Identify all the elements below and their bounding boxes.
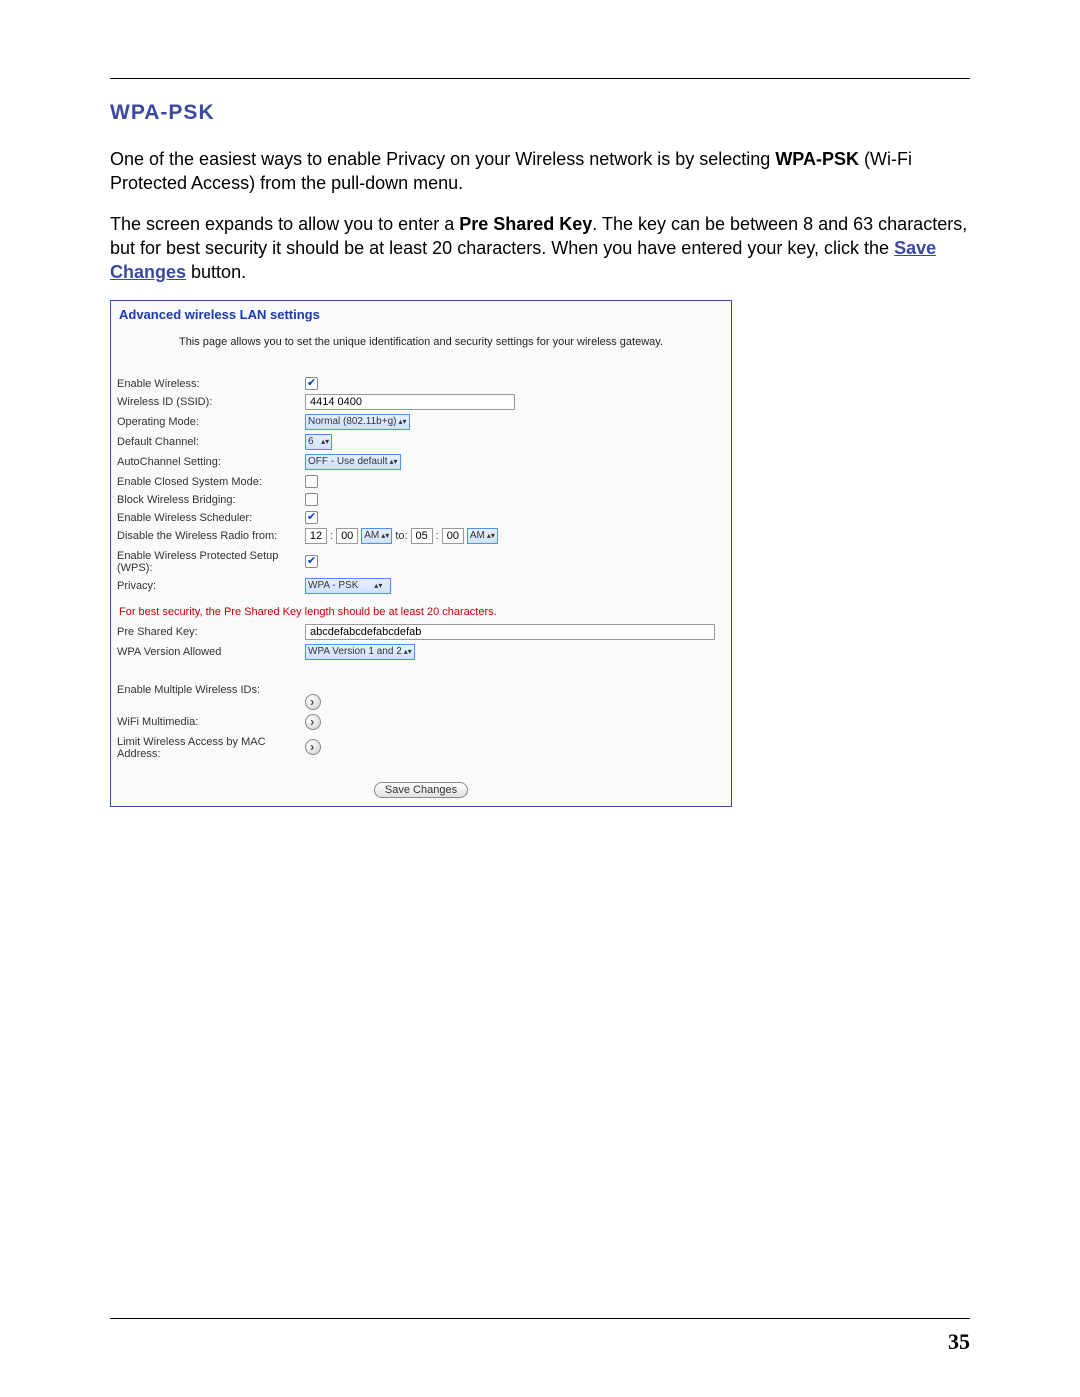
chevron-updown-icon: ▴▾ — [404, 648, 412, 656]
ampm-from-select[interactable]: AM▴▾ — [361, 528, 392, 544]
block-bridge-label: Block Wireless Bridging: — [111, 490, 299, 508]
time-to-hour[interactable] — [411, 528, 433, 544]
colon-sep: : — [436, 530, 439, 542]
intro-bold: WPA-PSK — [775, 149, 859, 169]
page-number: 35 — [948, 1329, 970, 1355]
chevron-updown-icon: ▴▾ — [487, 532, 495, 540]
operating-mode-value: Normal (802.11b+g) — [308, 416, 396, 427]
to-text: to: — [395, 530, 407, 542]
privacy-value: WPA - PSK — [308, 580, 358, 591]
intro-paragraph: One of the easiest ways to enable Privac… — [110, 147, 970, 196]
time-to-min[interactable] — [442, 528, 464, 544]
psk-warning: For best security, the Pre Shared Key le… — [111, 596, 731, 622]
disable-radio-label: Disable the Wireless Radio from: — [111, 526, 299, 546]
p2-post: button. — [186, 262, 246, 282]
closed-system-checkbox[interactable] — [305, 475, 318, 488]
closed-system-label: Enable Closed System Mode: — [111, 472, 299, 490]
operating-mode-select[interactable]: Normal (802.11b+g)▴▾ — [305, 414, 410, 430]
wpa-version-select[interactable]: WPA Version 1 and 2▴▾ — [305, 644, 415, 660]
multi-ids-label: Enable Multiple Wireless IDs: — [111, 680, 299, 712]
mac-limit-label: Limit Wireless Access by MAC Address: — [111, 732, 299, 762]
autochannel-value: OFF - Use default — [308, 456, 387, 467]
channel-label: Default Channel: — [111, 432, 299, 452]
time-from-hour[interactable] — [305, 528, 327, 544]
wpa-version-value: WPA Version 1 and 2 — [308, 646, 402, 657]
wps-checkbox[interactable] — [305, 555, 318, 568]
channel-select[interactable]: 6 ▴▾ — [305, 434, 332, 450]
ampm-from-value: AM — [364, 530, 379, 541]
bottom-rule — [110, 1318, 970, 1319]
privacy-select[interactable]: WPA - PSK ▴▾ — [305, 578, 391, 594]
autochannel-select[interactable]: OFF - Use default▴▾ — [305, 454, 401, 470]
block-bridge-checkbox[interactable] — [305, 493, 318, 506]
save-changes-button[interactable]: Save Changes — [374, 782, 468, 798]
ampm-to-value: AM — [470, 530, 485, 541]
psk-label: Pre Shared Key: — [111, 622, 299, 642]
ampm-to-select[interactable]: AM▴▾ — [467, 528, 498, 544]
second-paragraph: The screen expands to allow you to enter… — [110, 212, 970, 285]
top-rule — [110, 78, 970, 79]
psk-input[interactable] — [305, 624, 715, 640]
chevron-updown-icon: ▴▾ — [374, 582, 382, 590]
scheduler-checkbox[interactable] — [305, 511, 318, 524]
operating-mode-label: Operating Mode: — [111, 412, 299, 432]
wmm-label: WiFi Multimedia: — [111, 712, 299, 732]
panel-title: Advanced wireless LAN settings — [111, 301, 731, 326]
ssid-label: Wireless ID (SSID): — [111, 392, 299, 412]
chevron-updown-icon: ▴▾ — [389, 458, 397, 466]
chevron-updown-icon: ▴▾ — [321, 438, 329, 446]
p2-pre: The screen expands to allow you to enter… — [110, 214, 459, 234]
p2-bold: Pre Shared Key — [459, 214, 592, 234]
ssid-input[interactable] — [305, 394, 515, 410]
channel-value: 6 — [308, 436, 314, 447]
chevron-updown-icon: ▴▾ — [398, 418, 406, 426]
mac-limit-arrow-icon[interactable] — [305, 739, 321, 755]
panel-description: This page allows you to set the unique i… — [111, 326, 731, 374]
autochannel-label: AutoChannel Setting: — [111, 452, 299, 472]
intro-text-1: One of the easiest ways to enable Privac… — [110, 149, 775, 169]
settings-form: Enable Wireless: Wireless ID (SSID): Ope… — [111, 374, 731, 596]
settings-panel: Advanced wireless LAN settings This page… — [110, 300, 732, 807]
enable-wireless-checkbox[interactable] — [305, 377, 318, 390]
section-heading: WPA-PSK — [110, 101, 970, 125]
multi-ids-arrow-icon[interactable] — [305, 694, 321, 710]
colon-sep: : — [330, 530, 333, 542]
wpa-version-label: WPA Version Allowed — [111, 642, 299, 662]
privacy-label: Privacy: — [111, 576, 299, 596]
scheduler-label: Enable Wireless Scheduler: — [111, 508, 299, 526]
wmm-arrow-icon[interactable] — [305, 714, 321, 730]
time-from-min[interactable] — [336, 528, 358, 544]
wps-label: Enable Wireless Protected Setup (WPS): — [111, 546, 299, 576]
chevron-updown-icon: ▴▾ — [381, 532, 389, 540]
enable-wireless-label: Enable Wireless: — [111, 374, 299, 392]
